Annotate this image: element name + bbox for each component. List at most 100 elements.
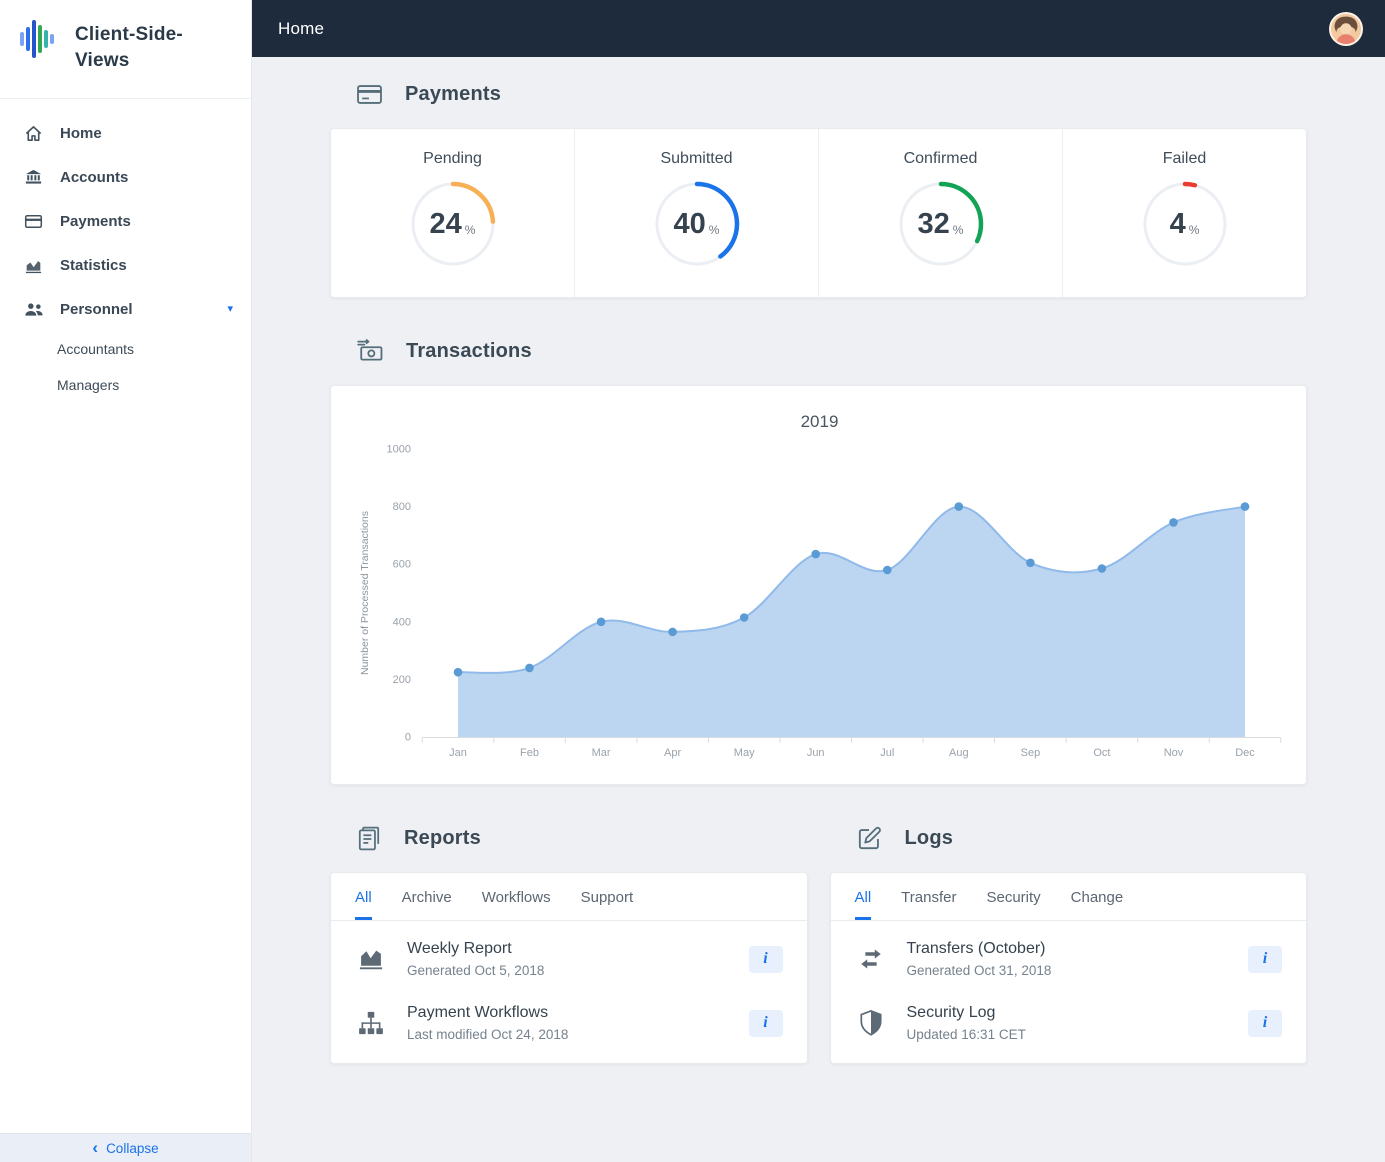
logs-tab-transfer[interactable]: Transfer: [901, 889, 956, 920]
workflow-icon: [355, 1008, 387, 1038]
svg-text:200: 200: [393, 674, 411, 686]
item-title: Weekly Report: [407, 940, 749, 958]
topbar: Home: [252, 0, 1385, 57]
info-button[interactable]: i: [749, 946, 783, 973]
area-chart-icon: [355, 944, 387, 974]
stat-unit: %: [1189, 223, 1200, 237]
section-title: Payments: [405, 83, 501, 106]
donut-chart-failed: 4 %: [1141, 180, 1229, 268]
sidebar-collapse-button[interactable]: ‹ Collapse: [0, 1133, 251, 1162]
stat-value: 24: [430, 208, 462, 241]
credit-card-icon: [24, 212, 45, 231]
money-transaction-icon: [356, 338, 384, 365]
reports-card: All Archive Workflows Support Weekly Rep…: [330, 872, 808, 1064]
stat-value: 40: [674, 208, 706, 241]
svg-text:Number of Processed Transactio: Number of Processed Transactions: [359, 511, 371, 675]
reports-tab-support[interactable]: Support: [581, 889, 634, 920]
section-title: Reports: [404, 827, 481, 850]
sidebar-item-accounts[interactable]: Accounts: [0, 155, 251, 199]
svg-text:0: 0: [405, 732, 411, 744]
stat-value: 32: [918, 208, 950, 241]
reports-tab-archive[interactable]: Archive: [402, 889, 452, 920]
sidebar-item-payments[interactable]: Payments: [0, 199, 251, 243]
sidebar-item-statistics[interactable]: Statistics: [0, 243, 251, 287]
stat-label: Failed: [1163, 150, 1207, 168]
transactions-section-header: Transactions: [330, 338, 1307, 365]
stat-label: Submitted: [660, 150, 732, 168]
payments-section-header: Payments: [330, 81, 1307, 108]
svg-text:Apr: Apr: [664, 747, 681, 759]
stat-label: Confirmed: [904, 150, 978, 168]
stat-unit: %: [709, 223, 720, 237]
reports-tab-bar: All Archive Workflows Support: [331, 873, 807, 921]
sidebar-subitem-managers[interactable]: Managers: [0, 367, 251, 403]
sidebar-subitem-label: Accountants: [57, 341, 134, 357]
stat-unit: %: [465, 223, 476, 237]
svg-text:Feb: Feb: [520, 747, 539, 759]
reports-list: Weekly Report Generated Oct 5, 2018 i Pa…: [331, 921, 807, 1063]
section-title: Logs: [905, 827, 954, 850]
info-button[interactable]: i: [749, 1010, 783, 1037]
item-subtitle: Generated Oct 31, 2018: [907, 963, 1249, 978]
logs-tab-change[interactable]: Change: [1071, 889, 1124, 920]
stat-value: 4: [1170, 208, 1186, 241]
reports-tab-all[interactable]: All: [355, 889, 372, 920]
item-title: Security Log: [907, 1004, 1249, 1022]
page-title: Home: [278, 19, 324, 39]
svg-text:May: May: [734, 747, 755, 759]
logs-tab-all[interactable]: All: [855, 889, 872, 920]
logs-tab-security[interactable]: Security: [986, 889, 1040, 920]
list-item-transfers-october: Transfers (October) Generated Oct 31, 20…: [831, 927, 1307, 991]
svg-text:Nov: Nov: [1164, 747, 1184, 759]
info-button[interactable]: i: [1248, 946, 1282, 973]
svg-text:Jul: Jul: [880, 747, 894, 759]
item-subtitle: Updated 16:31 CET: [907, 1027, 1249, 1042]
list-item-security-log: Security Log Updated 16:31 CET i: [831, 991, 1307, 1055]
svg-text:Dec: Dec: [1235, 747, 1255, 759]
bank-icon: [24, 168, 45, 187]
logs-section-header: Logs: [830, 825, 1308, 852]
chevron-down-icon: ▾: [227, 304, 233, 315]
svg-text:Sep: Sep: [1021, 747, 1041, 759]
reports-column: Reports All Archive Workflows Support W: [330, 785, 808, 1064]
logs-card: All Transfer Security Change Transfers (…: [830, 872, 1308, 1064]
app-logo[interactable]: Client-Side-Views: [0, 0, 251, 99]
donut-chart-pending: 24 %: [409, 180, 497, 268]
app-title: Client-Side-Views: [75, 22, 225, 73]
sidebar-subitem-label: Managers: [57, 377, 119, 393]
edit-pencil-icon: [856, 825, 883, 852]
sidebar-item-personnel[interactable]: Personnel ▾: [0, 287, 251, 331]
logs-tab-bar: All Transfer Security Change: [831, 873, 1307, 921]
donut-chart-submitted: 40 %: [653, 180, 741, 268]
stat-unit: %: [953, 223, 964, 237]
payment-stat-pending: Pending 24 %: [331, 129, 575, 297]
svg-text:400: 400: [393, 616, 411, 628]
svg-text:2019: 2019: [801, 412, 839, 431]
sidebar-item-label: Personnel: [60, 301, 133, 318]
avatar[interactable]: [1329, 12, 1363, 46]
item-subtitle: Generated Oct 5, 2018: [407, 963, 749, 978]
main-content: Payments Pending 24 % Submitted 40 % Con…: [252, 57, 1385, 1104]
transfer-arrows-icon: [855, 944, 887, 974]
logs-list: Transfers (October) Generated Oct 31, 20…: [831, 921, 1307, 1063]
section-title: Transactions: [406, 340, 532, 363]
reports-section-header: Reports: [330, 825, 808, 852]
transactions-chart-card: 2019 Number of Processed Transactions 0 200…: [330, 385, 1307, 785]
sidebar: Client-Side-Views Home Accounts Payments: [0, 0, 252, 1162]
payment-stat-confirmed: Confirmed 32 %: [819, 129, 1063, 297]
svg-text:1000: 1000: [387, 444, 411, 456]
info-button[interactable]: i: [1248, 1010, 1282, 1037]
credit-card-icon: [356, 81, 383, 108]
payments-card: Pending 24 % Submitted 40 % Confirmed: [330, 128, 1307, 298]
svg-text:800: 800: [393, 501, 411, 513]
sidebar-item-home[interactable]: Home: [0, 111, 251, 155]
sidebar-item-label: Statistics: [60, 257, 127, 274]
sidebar-subitem-accountants[interactable]: Accountants: [0, 331, 251, 367]
sidebar-item-label: Accounts: [60, 169, 128, 186]
svg-text:Aug: Aug: [949, 747, 969, 759]
payment-stat-failed: Failed 4 %: [1063, 129, 1306, 297]
list-item-weekly-report: Weekly Report Generated Oct 5, 2018 i: [331, 927, 807, 991]
reports-tab-workflows[interactable]: Workflows: [482, 889, 551, 920]
chevron-left-icon: ‹: [92, 1139, 98, 1156]
sidebar-item-label: Payments: [60, 213, 131, 230]
